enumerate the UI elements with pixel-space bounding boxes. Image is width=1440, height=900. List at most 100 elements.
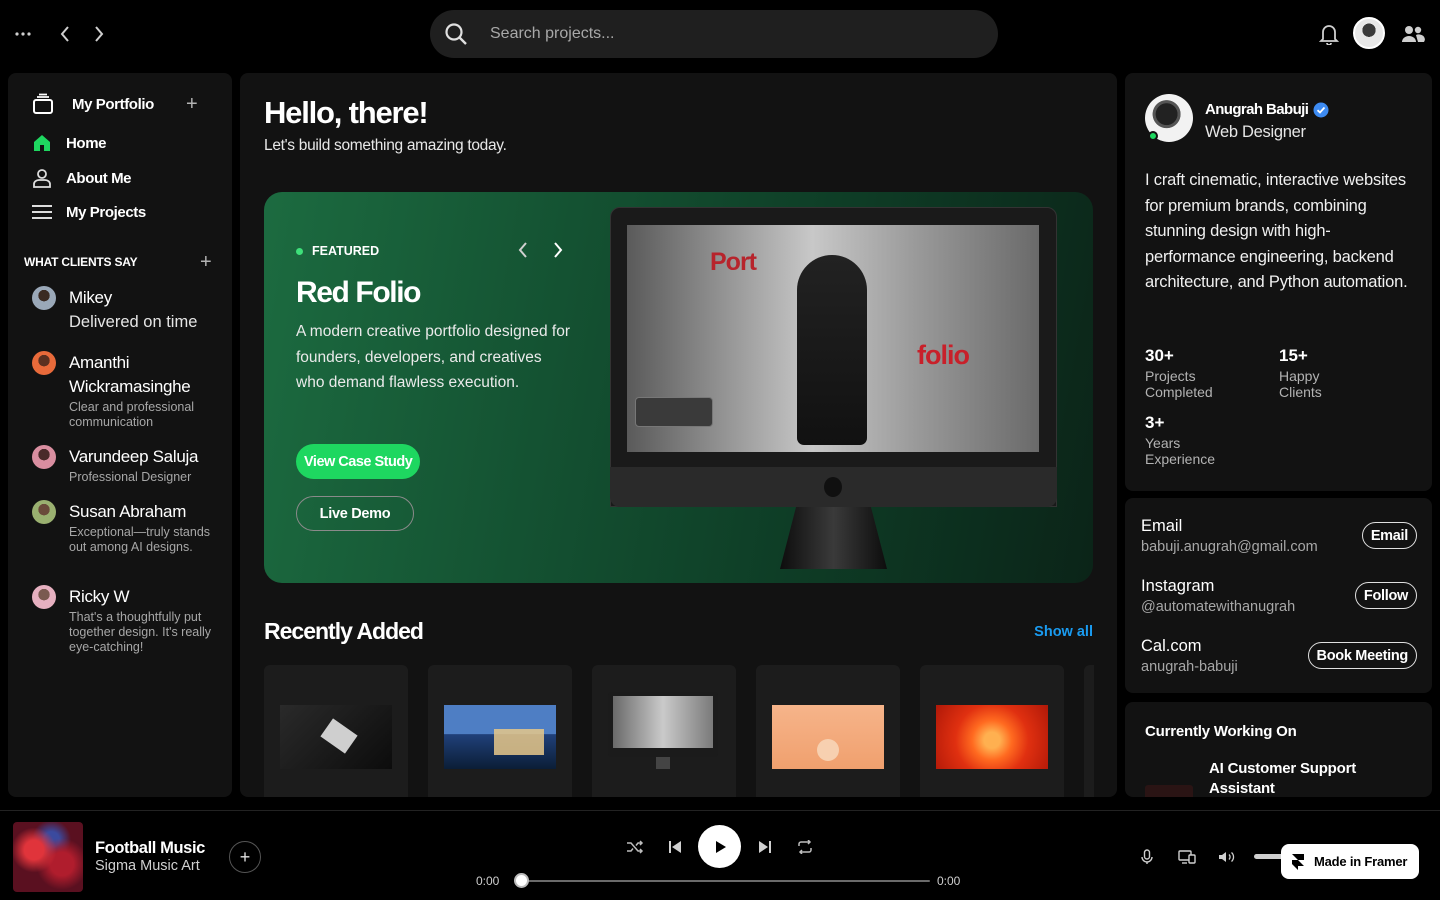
user-icon — [33, 169, 51, 188]
stat-value: 15+ — [1279, 346, 1308, 365]
reviewer-name: Mikey — [69, 288, 112, 307]
stat-label: Happy Clients — [1279, 368, 1322, 400]
sidebar-item-label: Home — [66, 134, 107, 152]
featured-title: Red Folio — [296, 276, 421, 309]
made-in-framer-badge[interactable]: Made in Framer — [1281, 844, 1419, 879]
project-card[interactable] — [756, 665, 900, 797]
status-dot — [296, 247, 303, 255]
email-button[interactable]: Email — [1361, 522, 1417, 549]
add-review-icon[interactable]: + — [200, 252, 212, 272]
view-case-study-button[interactable]: View Case Study — [296, 444, 421, 479]
search-bar[interactable] — [430, 10, 998, 58]
project-card[interactable] — [1084, 665, 1094, 797]
player-bar: Football Music Sigma Music Art + 0:00 0:… — [0, 810, 1440, 900]
reviewer-name: Amanthi Wickramasinghe — [69, 353, 191, 396]
live-demo-button[interactable]: Live Demo — [296, 496, 414, 531]
search-icon — [445, 23, 467, 45]
verified-badge-icon — [1313, 102, 1329, 117]
more-icon[interactable] — [14, 24, 32, 44]
featured-description: A modern creative portfolio designed for… — [296, 323, 570, 391]
reviewer-name: Susan Abraham — [69, 502, 187, 521]
stat-label: Projects Completed — [1145, 368, 1213, 400]
preview-text-port: Port — [710, 248, 757, 276]
show-all-link[interactable]: Show all — [1034, 624, 1093, 640]
project-card[interactable] — [428, 665, 572, 797]
working-on-project[interactable]: AI Customer Support Assistant — [1209, 759, 1409, 797]
volume-icon[interactable] — [1217, 848, 1237, 866]
add-to-library-button[interactable]: + — [229, 841, 261, 873]
contact-calcom: Cal.com anugrah-babuji Book Meeting — [1141, 637, 1417, 675]
back-icon[interactable] — [56, 24, 74, 44]
profile-name: Anugrah Babuji — [1205, 101, 1309, 118]
profile-panel: Anugrah Babuji Web Designer I craft cine… — [1125, 73, 1432, 491]
shuffle-icon[interactable] — [625, 838, 645, 856]
project-thumbnail — [444, 705, 556, 769]
devices-icon[interactable] — [1177, 848, 1197, 866]
top-bar — [0, 0, 1440, 68]
previous-icon[interactable] — [665, 838, 685, 856]
sidebar: My Portfolio + Home About Me My Projects… — [8, 73, 232, 797]
review-item[interactable]: Susan Abraham Exceptional—truly stands o… — [32, 500, 222, 570]
apple-logo-icon — [824, 477, 842, 497]
library-header: My Portfolio — [32, 93, 212, 115]
chevron-left-icon[interactable] — [516, 240, 530, 260]
sidebar-item-about[interactable]: About Me — [32, 167, 132, 189]
sidebar-item-home[interactable]: Home — [32, 132, 106, 154]
featured-card: FEATURED Red Folio A modern creative por… — [264, 192, 1093, 583]
library-icon — [33, 93, 53, 114]
review-text: Professional Designer — [69, 470, 192, 484]
song-title[interactable]: Football Music — [95, 839, 205, 858]
review-text: That's a thoughtfully put together desig… — [69, 610, 212, 654]
contact-instagram: Instagram @automatewithanugrah Follow — [1141, 577, 1417, 615]
microphone-icon[interactable] — [1139, 848, 1155, 866]
review-item[interactable]: Varundeep Saluja Professional Designer — [32, 445, 222, 487]
chevron-right-icon[interactable] — [551, 240, 565, 260]
bell-icon[interactable] — [1318, 22, 1340, 46]
working-on-title: Currently Working On — [1145, 723, 1297, 740]
made-in-framer-label: Made in Framer — [1314, 854, 1408, 869]
reviewer-avatar — [32, 500, 56, 524]
reviewer-avatar — [32, 445, 56, 469]
framer-logo-icon — [1292, 853, 1304, 870]
search-input[interactable] — [490, 25, 930, 43]
forward-icon[interactable] — [90, 24, 108, 44]
book-meeting-button[interactable]: Book Meeting — [1307, 642, 1417, 669]
progress-handle[interactable] — [514, 873, 529, 888]
featured-preview-image: Port folio — [610, 207, 1057, 583]
greeting-subtitle: Let's build something amazing today. — [264, 137, 507, 154]
profile-name-row: Anugrah Babuji — [1205, 101, 1329, 118]
artist-name[interactable]: Sigma Music Art — [95, 858, 200, 874]
play-button[interactable] — [698, 825, 741, 868]
review-item[interactable]: Amanthi Wickramasinghe Clear and profess… — [32, 351, 222, 431]
project-card[interactable] — [920, 665, 1064, 797]
review-text: Delivered on time — [69, 313, 198, 331]
plus-icon: + — [239, 846, 251, 867]
add-library-icon[interactable]: + — [186, 94, 198, 114]
user-avatar[interactable] — [1353, 17, 1385, 49]
review-item[interactable]: Ricky W That's a thoughtfully put togeth… — [32, 585, 222, 655]
home-icon — [34, 135, 50, 151]
stat-value: 3+ — [1145, 413, 1165, 432]
follow-button[interactable]: Follow — [1354, 582, 1417, 609]
stat-clients: 15+ Happy Clients — [1279, 346, 1339, 400]
project-card[interactable] — [592, 665, 736, 797]
next-icon[interactable] — [755, 838, 775, 856]
profile-bio: I craft cinematic, interactive websites … — [1145, 171, 1408, 292]
reviewer-name: Varundeep Saluja — [69, 447, 199, 466]
sidebar-item-label: My Projects — [66, 203, 146, 221]
reviewer-name: Ricky W — [69, 587, 130, 606]
reviewer-avatar — [32, 585, 56, 609]
progress-track[interactable] — [518, 880, 930, 882]
project-card[interactable] — [264, 665, 408, 797]
album-cover[interactable] — [13, 822, 83, 892]
repeat-icon[interactable] — [795, 838, 815, 856]
list-icon — [32, 205, 52, 219]
stat-experience: 3+ Years Experience — [1145, 413, 1235, 467]
review-item[interactable]: Mikey Delivered on time — [32, 286, 222, 336]
stat-label: Years Experience — [1145, 435, 1216, 467]
preview-text-folio: folio — [917, 340, 970, 370]
greeting-title: Hello, there! — [264, 95, 429, 130]
sidebar-item-projects[interactable]: My Projects — [32, 201, 146, 223]
reviewer-avatar — [32, 351, 56, 375]
friends-icon[interactable] — [1400, 22, 1426, 46]
